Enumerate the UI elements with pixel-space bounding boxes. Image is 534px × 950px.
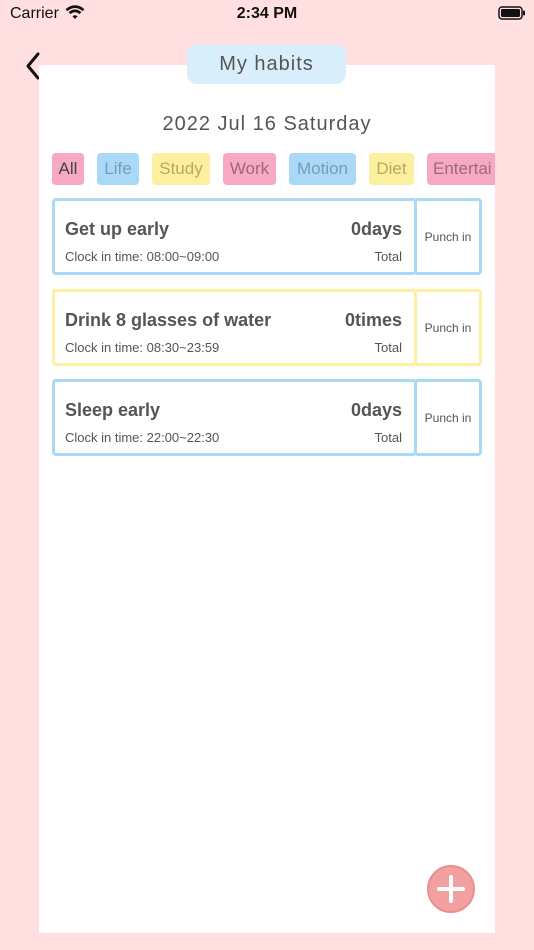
punch-in-button[interactable]: Punch in	[414, 289, 482, 366]
habit-card[interactable]: Sleep early Clock in time: 22:00~22:30 0…	[52, 379, 417, 456]
habit-card[interactable]: Drink 8 glasses of water Clock in time: …	[52, 289, 417, 366]
plus-icon	[437, 875, 465, 903]
tab-study[interactable]: Study	[152, 153, 210, 185]
habit-clock-in-time: Clock in time: 08:30~23:59	[65, 340, 220, 355]
tab-entertainment[interactable]: Entertai	[427, 153, 495, 185]
habit-row-sleep-early: Sleep early Clock in time: 22:00~22:30 0…	[52, 379, 482, 456]
status-bar: Carrier 2:34 PM	[0, 0, 534, 28]
habit-name: Sleep early	[65, 400, 161, 420]
habit-count: 0days	[350, 219, 402, 239]
tab-motion[interactable]: Motion	[289, 153, 356, 185]
habit-count: 0times	[344, 310, 402, 330]
habit-row-get-up-early: Get up early Clock in time: 08:00~09:00 …	[52, 198, 482, 275]
punch-in-button[interactable]: Punch in	[414, 198, 482, 275]
add-habit-button[interactable]	[427, 865, 475, 913]
tab-all[interactable]: All	[52, 153, 84, 185]
current-date: 2022 Jul 16 Saturday	[162, 113, 372, 135]
habit-card[interactable]: Get up early Clock in time: 08:00~09:00 …	[52, 198, 417, 275]
habit-name: Drink 8 glasses of water	[65, 310, 272, 330]
habit-total-label: Total	[374, 249, 402, 264]
habits-card: 2022 Jul 16 Saturday All Life Study Work…	[39, 65, 495, 933]
habit-total-label: Total	[374, 340, 402, 355]
habit-clock-in-time: Clock in time: 08:00~09:00	[65, 249, 220, 264]
page-title: My habits	[187, 44, 346, 84]
habit-count: 0days	[350, 400, 402, 420]
habit-row-drink-water: Drink 8 glasses of water Clock in time: …	[52, 289, 482, 366]
punch-in-button[interactable]: Punch in	[414, 379, 482, 456]
habit-total-label: Total	[374, 430, 402, 445]
habit-name: Get up early	[65, 219, 170, 239]
battery-icon	[498, 6, 525, 20]
habit-screen: Carrier 2:34 PM 2022 Jul 16 Saturday All…	[0, 0, 534, 950]
status-time: 2:34 PM	[236, 5, 298, 22]
tab-work[interactable]: Work	[223, 153, 276, 185]
habit-clock-in-time: Clock in time: 22:00~22:30	[65, 430, 220, 445]
tab-diet[interactable]: Diet	[369, 153, 414, 185]
category-tabs: All Life Study Work Motion Diet Entertai	[52, 153, 495, 185]
tab-life[interactable]: Life	[97, 153, 139, 185]
